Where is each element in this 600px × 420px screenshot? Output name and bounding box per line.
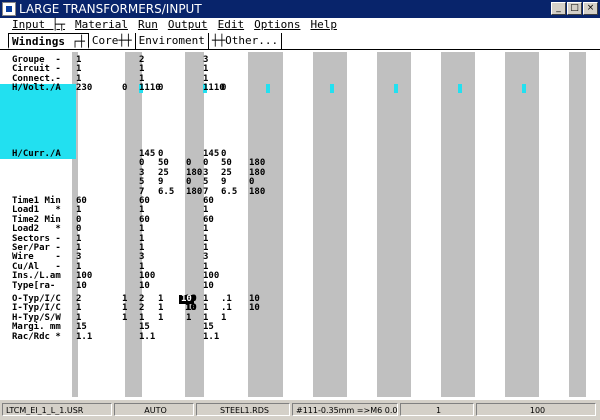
windings-grid: Groupe -1 2 3 Circuit -1 1 1 Connect.- 1 1 1 H/Vol… <box>0 52 600 397</box>
column-cell-bg <box>78 52 125 397</box>
status-steel-grade: #111-0.35mm =>M6 0.014' <box>292 403 398 416</box>
col2-cell[interactable]: 1.1 <box>139 332 155 342</box>
col1-cell[interactable]: 15 <box>76 323 87 332</box>
col3-cell[interactable]: 5 <box>203 178 208 187</box>
tab-other[interactable]: ┼┼Other... <box>209 33 283 49</box>
restore-button[interactable]: □ <box>567 2 582 15</box>
app-icon <box>2 2 16 16</box>
col2c-cell[interactable]: 1 <box>186 313 191 323</box>
status-value-1: 1 <box>400 403 474 416</box>
col1-cell[interactable]: 230 <box>76 84 92 93</box>
col1b-cell[interactable]: 0 <box>122 84 127 93</box>
column-cell-bg <box>283 52 313 397</box>
row-label: Ins./L.am <box>12 271 61 282</box>
status-value-2: 100 <box>476 403 596 416</box>
menu-output[interactable]: Output <box>168 18 208 33</box>
tab-bar: Windings ┌┼ Core┼┼ Enviroment ┼┼Other... <box>0 33 600 50</box>
col3-cell[interactable]: 10 <box>203 281 214 291</box>
column-cell-bg <box>539 52 569 397</box>
menu-help[interactable]: Help <box>310 18 337 33</box>
col3b-cell[interactable]: 0 <box>221 84 226 93</box>
col3c-cell[interactable]: 0 <box>249 178 254 187</box>
close-button[interactable]: × <box>583 2 598 15</box>
col3-cell[interactable]: 1.1 <box>203 332 219 342</box>
col2-cell[interactable]: 1 <box>139 225 144 234</box>
row-label: Type[ra- <box>12 280 56 291</box>
row-label: H/Curr./A <box>12 149 61 159</box>
col2-cell[interactable]: 15 <box>139 323 150 332</box>
menu-edit[interactable]: Edit <box>218 18 245 33</box>
column-cell-bg <box>347 52 377 397</box>
status-user-file: LTCM_EI_1_L_1.USR <box>2 403 112 416</box>
col1-cell[interactable]: 10 <box>76 281 87 291</box>
minimize-button[interactable]: _ <box>551 2 566 15</box>
title-bar: LARGE TRANSFORMERS/INPUT _ □ × <box>0 0 600 18</box>
col3-cell[interactable]: 15 <box>203 323 214 332</box>
column-cell-bg <box>411 52 441 397</box>
highlight-mark <box>522 84 526 94</box>
col2b-cell[interactable]: 0 <box>158 84 163 93</box>
highlight-mark <box>330 84 334 94</box>
highlight-mark <box>394 84 398 94</box>
col2b-cell[interactable]: 1 <box>158 313 163 323</box>
col1-cell[interactable]: 0 <box>76 225 81 234</box>
col2b-cell[interactable]: 6.5 <box>158 187 174 197</box>
menu-material[interactable]: Material <box>75 18 128 33</box>
col3-cell[interactable]: 100 <box>203 272 219 281</box>
col3-cell[interactable]: 1 <box>203 225 208 234</box>
col3c-cell[interactable]: 10 <box>249 304 260 313</box>
status-bar: LTCM_EI_1_L_1.USR AUTO STEEL1.RDS #111-0… <box>0 399 600 420</box>
menu-run[interactable]: Run <box>138 18 158 33</box>
col2-cell[interactable]: 100 <box>139 272 155 281</box>
col3c-cell[interactable]: 180 <box>249 187 265 197</box>
tab-core[interactable]: Core┼┼ <box>89 33 136 49</box>
highlight-mark <box>266 84 270 94</box>
row-label: Load2 * <box>12 224 61 235</box>
col2-cell[interactable]: 10 <box>139 281 150 291</box>
window-title: LARGE TRANSFORMERS/INPUT <box>19 2 202 16</box>
highlight-mark <box>458 84 462 94</box>
tab-windings[interactable]: Windings ┌┼ <box>8 33 89 49</box>
col1b-cell[interactable]: 1 <box>122 313 127 323</box>
col3b-cell[interactable]: 1 <box>221 313 226 323</box>
col1-cell[interactable]: 100 <box>76 272 92 281</box>
menu-options[interactable]: Options <box>254 18 300 33</box>
row-label: Margi. mm <box>12 322 61 333</box>
menu-input[interactable]: Input ├┬ <box>12 18 65 33</box>
tab-enviroment[interactable]: Enviroment <box>136 33 209 49</box>
col2c-cell[interactable]: 0 <box>186 178 191 187</box>
col3b-cell[interactable]: 9 <box>221 178 226 187</box>
row-label: Rac/Rdc * <box>12 331 61 342</box>
col1-cell[interactable]: 1.1 <box>76 332 92 342</box>
menu-bar: Input ├┬ Material Run Output Edit Option… <box>0 18 600 33</box>
col2b-cell[interactable]: 9 <box>158 178 163 187</box>
col3b-cell[interactable]: 6.5 <box>221 187 237 197</box>
column-cell-bg <box>475 52 505 397</box>
row-label: H/Volt./A <box>12 83 61 94</box>
status-steel-file: STEEL1.RDS <box>196 403 290 416</box>
col2-cell[interactable]: 5 <box>139 178 144 187</box>
status-mode: AUTO <box>114 403 194 416</box>
col2c-cell[interactable]: 180 <box>186 187 202 197</box>
selected-cell[interactable]: 10 <box>179 295 194 304</box>
